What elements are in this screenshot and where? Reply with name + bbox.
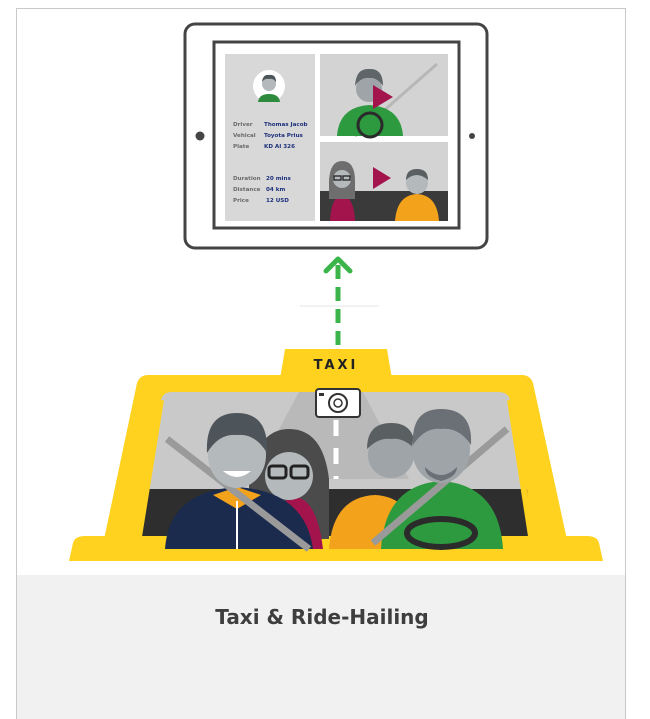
feature-card: Driver Thomas Jacob Vehical Toyota Prius… [16, 8, 626, 719]
driver-avatar [253, 70, 285, 102]
duration-value: 20 mins [266, 176, 291, 182]
taxi-sign-text: TAXI [314, 358, 359, 373]
distance-label: Distance [233, 187, 261, 193]
tablet-camera-dot [195, 131, 205, 141]
passenger-video-thumbnail[interactable] [320, 142, 448, 221]
caption-area: Taxi & Ride-Hailing [17, 575, 625, 719]
tablet: Driver Thomas Jacob Vehical Toyota Prius… [183, 22, 489, 250]
driver-video-thumbnail[interactable] [320, 54, 448, 139]
price-label: Price [233, 198, 249, 204]
driver-value: Thomas Jacob [264, 122, 308, 128]
duration-label: Duration [233, 176, 261, 182]
distance-value: 04 km [266, 187, 285, 193]
taxi: TAXI [69, 349, 603, 561]
taxi-illustration: Driver Thomas Jacob Vehical Toyota Prius… [69, 22, 603, 561]
plate-value: KD AI 326 [264, 144, 295, 150]
dash-camera-icon [315, 388, 361, 418]
vehicle-value: Toyota Prius [264, 133, 304, 139]
tablet-home-dot [469, 133, 475, 139]
driver-label: Driver [233, 122, 253, 128]
card-title: Taxi & Ride-Hailing [215, 605, 429, 629]
plate-label: Plate [233, 144, 249, 150]
price-value: 12 USD [266, 198, 289, 204]
vehicle-label: Vehical [233, 133, 256, 139]
